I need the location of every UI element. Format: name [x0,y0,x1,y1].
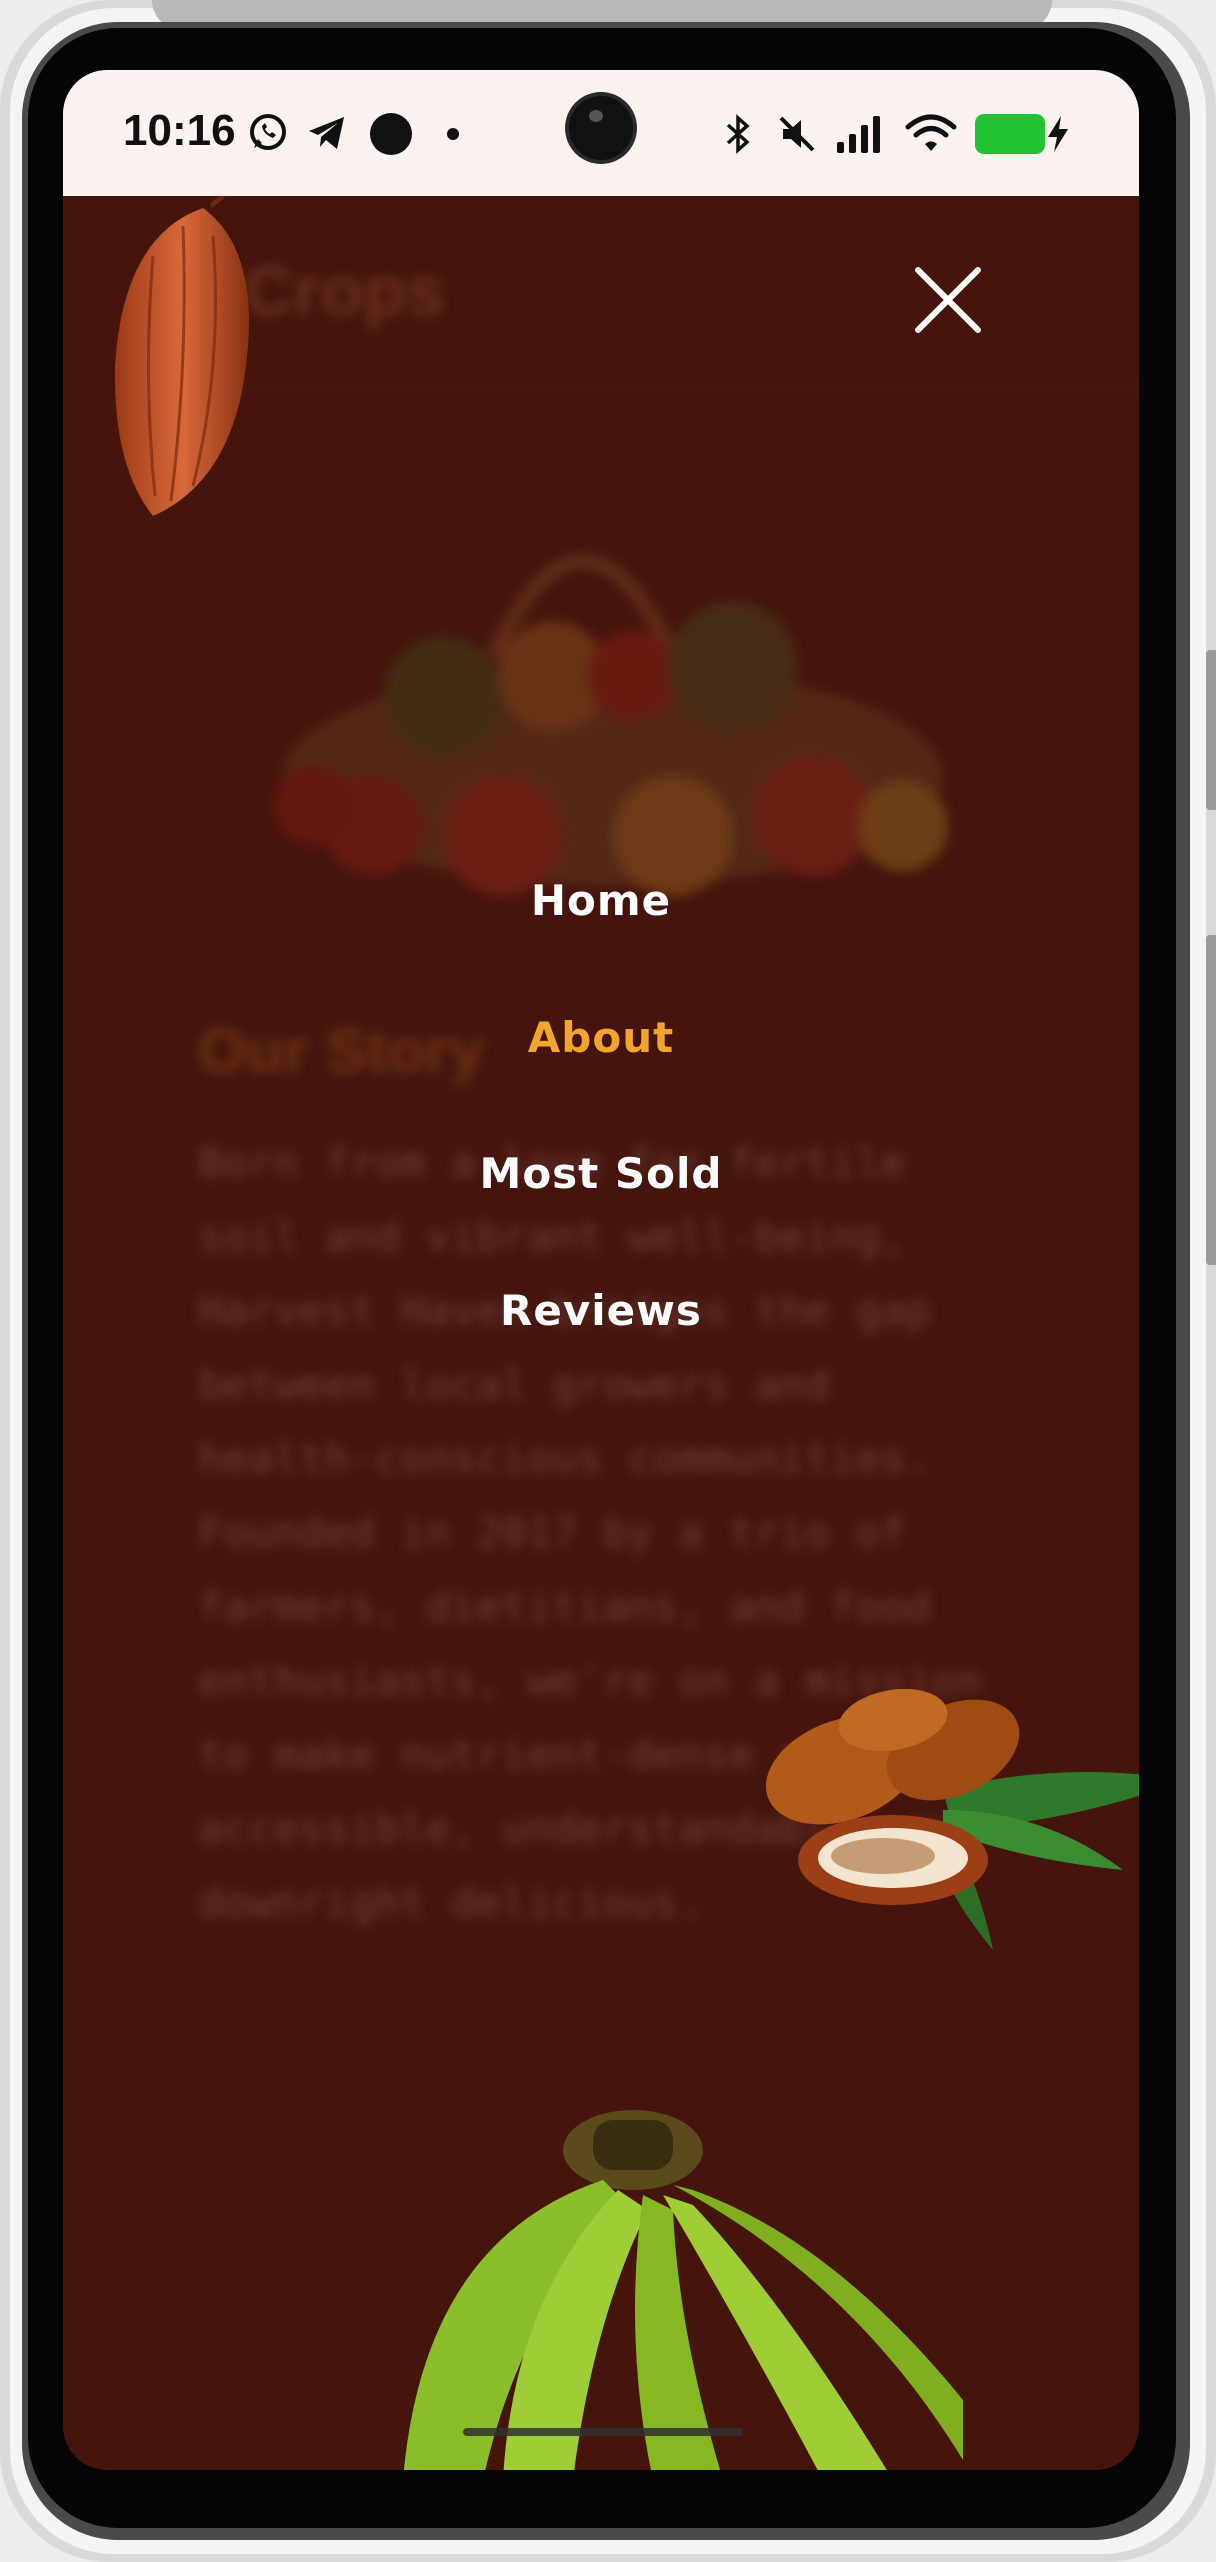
menu-item-reviews[interactable]: Reviews [63,1286,1139,1335]
menu-item-most-sold[interactable]: Most Sold [63,1149,1139,1198]
navigation-menu: Home About Most Sold Reviews [63,70,1139,2470]
power-button [1206,935,1216,1265]
menu-item-about[interactable]: About [63,1013,1139,1062]
phone-screen: 10:16 Crops Our Story Born from a love f… [63,70,1139,2470]
volume-button [1206,650,1216,810]
menu-item-home[interactable]: Home [63,876,1139,925]
home-indicator[interactable] [463,2428,743,2436]
